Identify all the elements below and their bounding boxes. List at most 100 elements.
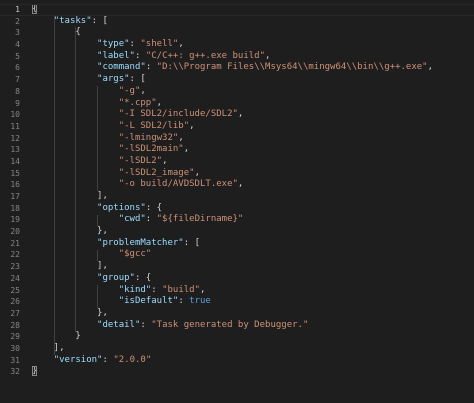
code-token: "-lSDL2main" [118,144,184,155]
code-token: , [178,39,184,50]
code-token: , [200,284,206,295]
code-token: : [ [129,74,146,85]
code-line[interactable]: "command": "D:\\Program Files\\Msys64\\m… [32,62,474,74]
code-line[interactable]: "*.cpp", [32,98,474,110]
code-token: "-lmingw32" [118,132,179,143]
code-line[interactable]: "-lSDL2_image", [32,168,474,180]
code-line[interactable]: "-L SDL2/lib", [32,121,474,133]
code-token: "build" [162,284,200,295]
code-token: , [427,62,434,73]
code-token: "2.0.0" [113,354,152,365]
code-token: : [145,214,157,225]
line-number: 14 [10,156,20,166]
code-line[interactable]: "kind": "build", [32,285,474,297]
code-token: , [189,120,195,131]
code-token: "-lSDL2" [118,155,163,166]
code-token: "Task generated by Debugger." [151,319,309,330]
code-line[interactable]: ], [32,261,474,273]
code-line[interactable]: { [32,27,474,39]
code-token: : [129,39,141,50]
code-token: "-lSDL2_image" [118,167,195,178]
code-token: "$gcc" [118,249,152,260]
code-line[interactable]: "-o build/AVDSDLT.exe", [32,179,474,191]
code-token: }, [32,307,108,318]
code-line[interactable]: "args": [ [32,74,474,86]
code-line[interactable]: "$gcc" [32,249,474,261]
line-number: 15 [10,168,20,178]
code-token: ], [32,261,108,272]
line-number: 23 [10,262,20,272]
line-number: 16 [10,180,20,190]
line-number: 9 [15,98,20,108]
code-line[interactable]: "-lSDL2main", [32,144,474,156]
code-token: "-g" [118,85,141,96]
code-line[interactable]: "-lmingw32", [32,133,474,145]
matched-brace: } [32,366,38,377]
indent-guide [97,214,99,227]
code-line[interactable]: "type": "shell", [32,39,474,51]
code-token: "problemMatcher" [97,237,184,248]
line-number: 6 [15,63,20,73]
code-token: "*.cpp" [118,97,157,108]
line-number: 18 [10,203,20,213]
code-token: : [134,50,146,61]
code-line[interactable]: }, [32,226,474,238]
line-number: 30 [10,343,20,353]
code-token: : [ [183,237,200,248]
code-line[interactable]: "-g", [32,86,474,98]
code-token: "kind" [118,284,152,295]
code-token: "${fileDirname}" [156,214,244,225]
indent-guide [97,85,99,192]
code-line[interactable]: "detail": "Task generated by Debugger." [32,320,474,332]
code-line[interactable]: } [32,366,474,378]
code-line[interactable]: { [0,4,474,16]
code-line[interactable]: ], [32,191,474,203]
code-line[interactable]: }, [32,308,474,320]
code-token: "cwd" [118,214,146,225]
indent-guide [53,15,55,355]
code-token: ], [32,191,108,201]
line-number: 11 [10,121,20,131]
code-token: }, [32,226,108,237]
code-token: : { [145,202,163,213]
code-token: ], [32,342,65,353]
code-token: "-o build/AVDSDLT.exe" [118,179,238,190]
code-token: "D:\\Program Files\\Msys64\\mingw64\\bin… [156,62,428,73]
code-line[interactable]: "cwd": "${fileDirname}" [32,214,474,226]
code-line[interactable]: "problemMatcher": [ [32,238,474,250]
code-line[interactable]: "-lSDL2", [32,156,474,168]
code-token: , [156,97,163,108]
code-line[interactable]: "isDefault": true [32,296,474,308]
code-token: true [189,296,211,307]
code-token: , [162,155,168,166]
code-line[interactable]: "tasks": [ [32,16,474,28]
code-line[interactable]: ], [32,343,474,355]
code-token: "options" [97,202,146,213]
code-line[interactable]: "options": { [32,203,474,215]
code-token: "detail" [97,319,141,330]
line-number: 5 [15,51,20,61]
code-token: "-I SDL2/include/SDL2" [118,109,238,120]
line-number: 2 [15,16,20,26]
code-token: , [265,50,271,61]
code-line[interactable]: "group": { [32,273,474,285]
code-line[interactable]: "version": "2.0.0" [32,355,474,367]
line-number: 3 [15,28,20,38]
code-token: "command" [97,62,146,73]
code-line[interactable]: } [32,331,474,343]
code-area[interactable]: { "tasks": [ { "type": "shell", "label":… [0,4,474,378]
line-number: 25 [10,285,20,295]
code-token: "type" [97,39,130,50]
code-editor[interactable]: 1 2 3 4 5 6 7 8 9 10 11 12 13 14 15 16 17 18 19 20 21 22 23 24 2… [0,0,474,403]
code-line[interactable]: "-I SDL2/include/SDL2", [32,109,474,121]
line-number: 21 [10,238,20,248]
indent-guide [97,249,99,262]
code-line[interactable]: "label": "C/C++: g++.exe build", [32,51,474,63]
